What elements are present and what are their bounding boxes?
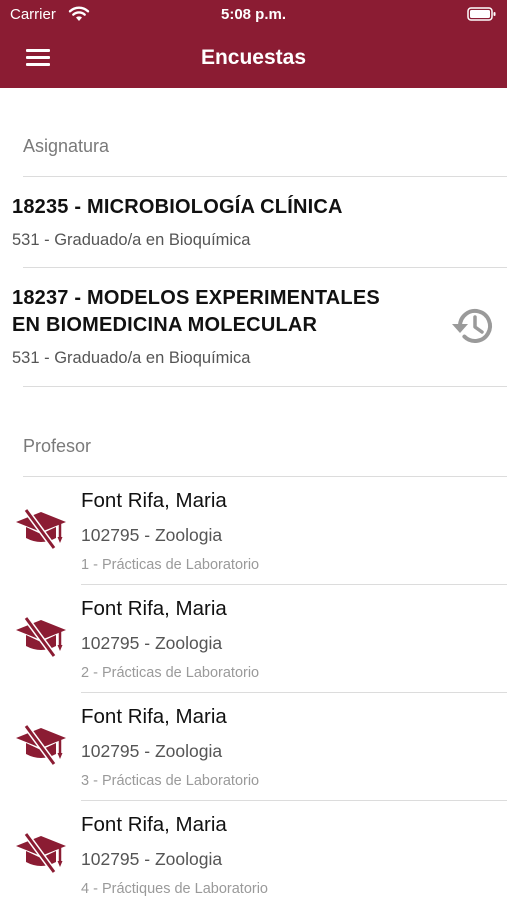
divider — [23, 386, 507, 387]
subject-title: 18235 - MICROBIOLOGÍA CLÍNICA — [12, 196, 343, 218]
subject-degree: 531 - Graduado/a en Bioquímica — [12, 231, 251, 249]
section-header-teachers: Profesor — [23, 436, 92, 456]
subject-row[interactable]: 18237 - MODELOS EXPERIMENTALES EN BIOMED… — [0, 268, 507, 386]
subject-title-line2: EN BIOMEDICINA MOLECULAR — [12, 314, 318, 336]
history-icon[interactable] — [450, 303, 498, 349]
teacher-row[interactable]: Font Rifa, Maria 102795 - Zoologia 4 - P… — [0, 801, 507, 900]
teacher-department: 102795 - Zoologia — [81, 633, 223, 653]
app-header: Carrier 5:08 p.m. Encuestas — [0, 0, 507, 88]
navigation-bar: Encuestas — [0, 30, 507, 88]
teacher-row[interactable]: Font Rifa, Maria 102795 - Zoologia 2 - P… — [0, 585, 507, 693]
teacher-name: Font Rifa, Maria — [81, 489, 227, 512]
teacher-department: 102795 - Zoologia — [81, 849, 223, 869]
teacher-name: Font Rifa, Maria — [81, 705, 227, 728]
graduation-cap-crossed-icon — [16, 616, 66, 657]
teacher-department: 102795 - Zoologia — [81, 525, 223, 545]
teacher-row[interactable]: Font Rifa, Maria 102795 - Zoologia 3 - P… — [0, 693, 507, 801]
subject-title-line1: 18237 - MODELOS EXPERIMENTALES — [12, 287, 380, 309]
teacher-group: 2 - Prácticas de Laboratorio — [81, 665, 260, 681]
teacher-group: 3 - Prácticas de Laboratorio — [81, 773, 260, 789]
graduation-cap-crossed-icon — [16, 832, 66, 873]
graduation-cap-crossed-icon — [16, 508, 66, 549]
teacher-group: 1 - Prácticas de Laboratorio — [81, 557, 260, 573]
status-time: 5:08 p.m. — [220, 6, 287, 23]
graduation-cap-crossed-icon — [16, 724, 66, 765]
teacher-name: Font Rifa, Maria — [81, 813, 227, 836]
subject-row[interactable]: 18235 - MICROBIOLOGÍA CLÍNICA 531 - Grad… — [0, 177, 507, 267]
teacher-row[interactable]: Font Rifa, Maria 102795 - Zoologia 1 - P… — [0, 477, 507, 585]
teacher-name: Font Rifa, Maria — [81, 597, 227, 620]
status-bar: Carrier 5:08 p.m. — [0, 0, 507, 30]
teacher-group: 4 - Práctiques de Laboratorio — [81, 881, 268, 897]
teacher-department: 102795 - Zoologia — [81, 741, 223, 761]
battery-icon — [467, 7, 496, 21]
page-title: Encuestas — [200, 46, 307, 69]
subject-degree: 531 - Graduado/a en Bioquímica — [12, 349, 251, 367]
section-header-subjects: Asignatura — [23, 136, 110, 156]
